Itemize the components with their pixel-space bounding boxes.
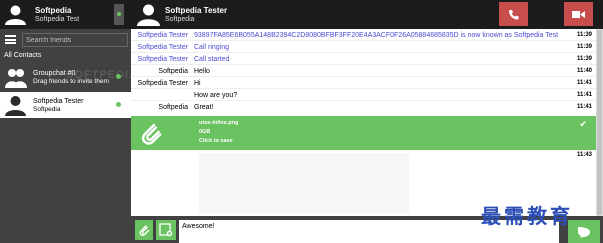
list-header[interactable]: All Contacts <box>4 52 41 59</box>
user-avatar-icon <box>137 4 160 26</box>
search-input[interactable] <box>22 33 128 47</box>
message-author: Softpedia <box>158 68 188 75</box>
online-status-icon <box>116 102 121 107</box>
check-icon: ✔ <box>579 119 587 129</box>
message-row: Softpedia Great! 11:41 <box>131 102 596 113</box>
message-time: 11:41 <box>576 92 592 98</box>
message-author: Softpedia Tester <box>137 32 188 39</box>
audio-call-button[interactable] <box>499 2 528 26</box>
message-text: Hi <box>194 80 201 87</box>
message-list[interactable]: Softpedia Tester 93897FA85E6B055A148B239… <box>131 29 596 216</box>
message-text: 93897FA85E6B055A148B2394C2D8080BFBF3FF20… <box>194 32 559 39</box>
file-transfer[interactable]: utox-inline.png 0GB Click to save ✔ <box>131 116 596 150</box>
inline-image-preview[interactable] <box>199 153 409 213</box>
chat-contact-name: Softpedia Tester <box>165 6 228 15</box>
screenshot-icon <box>159 223 173 237</box>
search-row <box>0 31 131 49</box>
message-text: How are you? <box>194 92 238 99</box>
message-text: Great! <box>194 104 214 111</box>
message-time: 11:39 <box>576 44 592 50</box>
message-text: Call started <box>194 56 230 63</box>
self-profile[interactable]: Softpedia Softpedia Test <box>0 0 131 29</box>
file-name: utox-inline.png <box>199 120 239 126</box>
message-row: Softpedia Tester Call started 11:39 <box>131 54 596 65</box>
message-time: 11:40 <box>576 68 592 74</box>
user-avatar-icon <box>5 96 26 116</box>
phone-icon <box>509 9 519 19</box>
site-watermark: 最需教育 <box>481 204 573 228</box>
user-avatar-icon <box>5 5 26 25</box>
message-author: Softpedia Tester <box>137 80 188 87</box>
online-status-icon <box>116 74 121 79</box>
message-time: 11:41 <box>576 104 592 110</box>
sidebar: Softpedia Softpedia Test All Contacts SO… <box>0 0 137 243</box>
contact-name: Groupchat #0 <box>33 70 76 77</box>
paperclip-icon <box>141 123 162 145</box>
contact-softpedia-tester[interactable]: Softpedia Tester Softpedia <box>0 92 131 118</box>
file-save-link[interactable]: Click to save <box>199 138 233 144</box>
video-call-button[interactable] <box>564 2 593 26</box>
hamburger-icon[interactable] <box>5 35 16 44</box>
message-row: Softpedia Hello 11:40 <box>131 66 596 77</box>
message-time: 11:39 <box>576 56 592 62</box>
message-row: How are you? 11:41 <box>131 90 596 101</box>
message-row: Softpedia Tester 93897FA85E6B055A148B239… <box>131 30 596 41</box>
chat-header: Softpedia Tester Softpedia <box>131 0 603 29</box>
self-status-message: Softpedia Test <box>35 16 80 23</box>
self-name: Softpedia <box>35 6 72 15</box>
message-text: Hello <box>194 68 210 75</box>
video-icon <box>572 10 585 18</box>
message-row: Softpedia Tester Hi 11:41 <box>131 78 596 89</box>
message-author: Softpedia <box>158 104 188 111</box>
contact-subtitle: Drag friends to invite them <box>33 78 109 85</box>
contact-name: Softpedia Tester <box>33 98 84 105</box>
message-time: 11:43 <box>576 152 592 158</box>
group-avatar-icon <box>5 69 27 88</box>
message-scrollbar[interactable] <box>596 29 603 216</box>
paperclip-icon <box>139 225 150 236</box>
contact-groupchat[interactable]: SOFTPEDIA Groupchat #0 Drag friends to i… <box>0 64 137 90</box>
message-time: 11:39 <box>576 32 592 38</box>
message-author: Softpedia Tester <box>137 56 188 63</box>
message-time: 11:41 <box>576 80 592 86</box>
chat-contact-subtitle: Softpedia <box>165 16 195 23</box>
send-screenshot-button[interactable] <box>156 220 176 240</box>
attach-file-button[interactable] <box>135 220 153 240</box>
message-row: Softpedia Tester Call ringing 11:39 <box>131 42 596 53</box>
send-icon <box>578 226 590 238</box>
file-size: 0GB <box>199 129 211 135</box>
scrollbar-thumb[interactable] <box>597 30 602 215</box>
message-text: Call ringing <box>194 44 230 51</box>
message-author: Softpedia Tester <box>137 44 188 51</box>
online-status-icon <box>117 12 121 16</box>
contact-subtitle: Softpedia <box>33 106 61 113</box>
